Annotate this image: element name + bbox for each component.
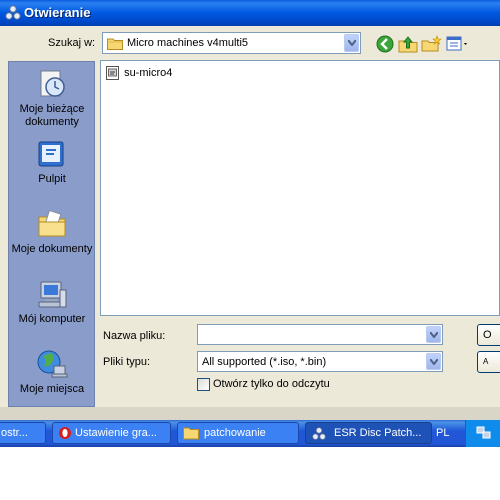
filename-label: Nazwa pliku: [103,330,166,342]
filetype-value: All supported (*.iso, *.bin) [202,356,327,368]
filename-input[interactable] [197,324,443,345]
open-dialog: Otwieranie Szukaj w: Micro machines v4mu… [0,0,500,407]
app-icon [312,427,326,440]
opera-icon [59,427,71,439]
place-label: Moje bieżące [19,103,85,115]
language-indicator[interactable]: PL [436,427,449,439]
desktop-icon [38,141,64,167]
view-menu-icon[interactable] [445,33,471,55]
place-label: Moje miejsca [19,383,85,395]
desktop-strip [0,407,500,420]
new-folder-icon[interactable] [420,33,442,55]
filetype-label: Pliki typu: [103,356,151,368]
system-tray [465,420,500,447]
file-icon [106,66,119,80]
recent-documents-icon [40,70,65,97]
file-list[interactable]: su-micro4 [100,60,500,316]
place-label: Moje dokumenty [11,243,93,255]
place-label: Mój komputer [18,313,86,325]
chevron-down-icon[interactable] [426,326,441,343]
taskbar-button-active[interactable]: ESR Disc Patch... [305,422,432,444]
lookin-dropdown[interactable]: Micro machines v4multi5 [102,32,361,54]
readonly-label: Otwórz tylko do odczytu [213,378,330,390]
lookin-label: Szukaj w: [48,37,96,49]
place-network[interactable]: Moje miejsca [9,348,95,396]
place-documents[interactable]: Moje dokumenty [9,208,95,256]
readonly-checkbox[interactable] [197,378,210,391]
file-name: su-micro4 [124,67,173,79]
taskbar-button[interactable]: Ustawienie gra... [52,422,171,444]
window-title: Otwieranie [24,5,91,20]
open-button[interactable]: O [477,324,500,346]
my-documents-icon [38,209,66,237]
place-label: dokumenty [25,116,79,128]
back-icon[interactable] [374,33,396,55]
place-recent[interactable]: Moje bieżące dokumenty [9,68,95,129]
my-computer-icon [38,281,67,308]
folder-icon [183,427,199,440]
file-item[interactable]: su-micro4 [106,66,172,80]
app-icon [5,5,21,20]
network-places-icon [37,350,68,378]
place-desktop[interactable]: Pulpit [9,138,95,186]
place-computer[interactable]: Mój komputer [9,278,95,326]
cancel-button[interactable]: A [477,351,500,373]
taskbar-button[interactable]: ostr... [0,422,46,444]
lookin-value: Micro machines v4multi5 [127,37,249,49]
places-bar: Moje bieżące dokumenty Pulpit Moje dokum… [8,61,95,407]
taskbar: ostr... Ustawienie gra... patchowanie ES… [0,420,500,447]
title-bar[interactable]: Otwieranie [0,0,500,26]
folder-icon [107,38,123,50]
up-folder-icon[interactable] [397,33,419,55]
place-label: Pulpit [38,173,66,185]
chevron-down-icon[interactable] [426,353,441,370]
chevron-down-icon[interactable] [344,34,359,52]
network-icon[interactable] [476,426,492,440]
filetype-dropdown[interactable]: All supported (*.iso, *.bin) [197,351,443,372]
taskbar-button[interactable]: patchowanie [177,422,299,444]
